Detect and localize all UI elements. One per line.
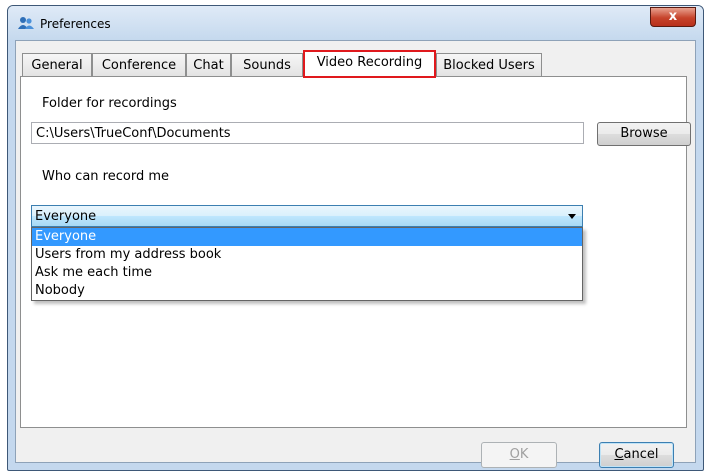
option-everyone[interactable]: Everyone bbox=[32, 228, 582, 246]
app-users-icon bbox=[18, 17, 34, 29]
who-can-record-select[interactable]: Everyone bbox=[31, 205, 583, 227]
close-button[interactable]: x bbox=[650, 7, 696, 27]
tab-general-label: General bbox=[31, 58, 83, 73]
option-ask-each-time[interactable]: Ask me each time bbox=[32, 264, 582, 282]
ok-mnemonic: O bbox=[509, 447, 520, 462]
cancel-mnemonic: C bbox=[614, 447, 624, 462]
dialog-body: General Conference Chat Sounds Video Rec… bbox=[15, 40, 696, 468]
tab-blocked-users-label: Blocked Users bbox=[443, 58, 535, 73]
who-can-record-dropdown: Everyone Users from my address book Ask … bbox=[31, 227, 583, 301]
cancel-button[interactable]: Cancel bbox=[599, 442, 674, 468]
tab-chat[interactable]: Chat bbox=[186, 53, 231, 76]
close-icon: x bbox=[668, 9, 678, 24]
folder-path-field[interactable]: C:\Users\TrueConf\Documents bbox=[31, 122, 584, 144]
ok-button[interactable]: OK bbox=[481, 442, 557, 468]
tab-video-recording-label: Video Recording bbox=[316, 55, 423, 70]
video-recording-panel: Folder for recordings C:\Users\TrueConf\… bbox=[20, 76, 691, 428]
tab-blocked-users[interactable]: Blocked Users bbox=[436, 53, 542, 76]
ok-label: K bbox=[519, 447, 529, 462]
option-address-book[interactable]: Users from my address book bbox=[32, 246, 582, 264]
window-title: Preferences bbox=[40, 17, 111, 31]
tab-conference-label: Conference bbox=[101, 58, 177, 73]
tab-chat-label: Chat bbox=[193, 58, 224, 73]
title-bar[interactable]: Preferences x bbox=[8, 6, 703, 40]
option-nobody[interactable]: Nobody bbox=[32, 282, 582, 300]
tab-video-recording[interactable]: Video Recording bbox=[303, 50, 436, 77]
tab-sounds[interactable]: Sounds bbox=[231, 53, 303, 76]
preferences-window: Preferences x General Conference Chat So… bbox=[7, 5, 704, 471]
cancel-label: ancel bbox=[623, 447, 659, 462]
tab-sounds-label: Sounds bbox=[243, 58, 291, 73]
who-can-record-label: Who can record me bbox=[42, 169, 169, 184]
browse-button[interactable]: Browse bbox=[597, 122, 691, 146]
tab-general[interactable]: General bbox=[22, 53, 92, 76]
chevron-down-icon[interactable] bbox=[568, 214, 576, 219]
tab-conference[interactable]: Conference bbox=[92, 53, 186, 76]
who-can-record-value: Everyone bbox=[35, 209, 97, 224]
folder-label: Folder for recordings bbox=[42, 96, 177, 111]
